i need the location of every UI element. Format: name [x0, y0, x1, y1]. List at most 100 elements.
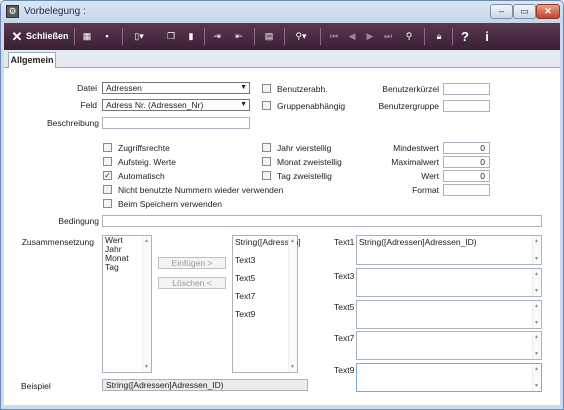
- new-document-icon[interactable]: ▯▾: [128, 26, 150, 47]
- monat-label: Monat zweistellig: [277, 157, 342, 167]
- text3-label: Text3: [334, 271, 355, 281]
- info-icon[interactable]: i: [480, 26, 494, 47]
- scroll-down-icon[interactable]: ▼: [290, 364, 295, 370]
- feld-select-value: Adress Nr. (Adressen_Nr): [106, 100, 204, 110]
- title-bar: ⚙ Vorbelegung : – ▭ ✕: [1, 1, 563, 23]
- jahr-checkbox[interactable]: [262, 143, 271, 152]
- aufsteig-label: Aufsteig. Werte: [118, 157, 176, 167]
- chevron-down-icon: ▼: [240, 101, 247, 108]
- previous-record-icon[interactable]: ◀: [346, 26, 358, 47]
- jahr-label: Jahr vierstellig: [277, 143, 332, 153]
- text1-textarea[interactable]: String([Adressen]Adressen_ID) ▲ ▼: [356, 235, 542, 265]
- save-close-icon[interactable]: ▦: [80, 26, 94, 47]
- beim-speichern-checkbox[interactable]: [103, 199, 112, 208]
- scroll-up-icon[interactable]: ▲: [534, 303, 539, 309]
- nicht-benutzte-label: Nicht benutzte Nummern wieder verwenden: [118, 185, 284, 195]
- help-icon[interactable]: ?: [458, 26, 472, 47]
- feld-select[interactable]: Adress Nr. (Adressen_Nr) ▼: [102, 99, 250, 111]
- benutzergruppe-label: Benutzergruppe: [378, 101, 440, 111]
- nicht-benutzte-checkbox[interactable]: [103, 185, 112, 194]
- scroll-up-icon[interactable]: ▲: [534, 366, 539, 372]
- scroll-up-icon[interactable]: ▲: [534, 238, 539, 244]
- benutzergruppe-input[interactable]: [443, 100, 490, 112]
- format-label: Format: [412, 185, 439, 195]
- text3-textarea[interactable]: ▲ ▼: [356, 268, 542, 297]
- scroll-up-icon[interactable]: ▲: [534, 334, 539, 340]
- wert-label: Wert: [421, 171, 439, 181]
- window-title: Vorbelegung :: [24, 6, 86, 17]
- export-icon[interactable]: ⇤: [232, 26, 246, 47]
- text9-label: Text9: [334, 365, 355, 375]
- next-record-icon[interactable]: ▶: [364, 26, 376, 47]
- mindestwert-input[interactable]: 0: [443, 142, 490, 154]
- automatisch-label: Automatisch: [118, 171, 165, 181]
- scrollbar[interactable]: ▲ ▼: [532, 236, 541, 264]
- benutzerkuerzel-label: Benutzerkürzel: [382, 84, 439, 94]
- bedingung-input[interactable]: [102, 215, 542, 227]
- einfuegen-button[interactable]: Einfügen >: [158, 257, 226, 269]
- beschreibung-label: Beschreibung: [47, 118, 99, 128]
- beispiel-label: Beispiel: [21, 381, 51, 391]
- lock-icon[interactable]: 🔒︎: [432, 26, 446, 47]
- scroll-down-icon[interactable]: ▼: [534, 383, 539, 389]
- gruppenabh-checkbox[interactable]: [262, 101, 271, 110]
- datei-select-value: Adressen: [106, 83, 142, 93]
- app-icon: ⚙: [6, 5, 19, 18]
- search-icon[interactable]: ⚲: [402, 26, 416, 47]
- scroll-down-icon[interactable]: ▼: [144, 364, 149, 370]
- scrollbar[interactable]: ▲ ▼: [532, 269, 541, 296]
- close-window-button[interactable]: ✕: [536, 4, 560, 19]
- scrollbar[interactable]: ▲ ▼: [532, 364, 541, 391]
- text5-textarea[interactable]: ▲ ▼: [356, 300, 542, 329]
- scroll-down-icon[interactable]: ▼: [534, 320, 539, 326]
- scroll-down-icon[interactable]: ▼: [534, 256, 539, 262]
- print-icon[interactable]: ▤: [262, 26, 276, 47]
- benutzerkuerzel-input[interactable]: [443, 83, 490, 95]
- form-panel: Datei Adressen ▼ Feld Adress Nr. (Adress…: [4, 68, 560, 405]
- maximalwert-input[interactable]: 0: [443, 156, 490, 168]
- text1-value: String([Adressen]Adressen_ID): [359, 237, 477, 247]
- datei-select[interactable]: Adressen ▼: [102, 82, 250, 94]
- scroll-down-icon[interactable]: ▼: [534, 288, 539, 294]
- scroll-up-icon[interactable]: ▲: [144, 238, 149, 244]
- delete-icon[interactable]: ▮: [184, 26, 198, 47]
- text9-textarea[interactable]: ▲ ▼: [356, 363, 542, 392]
- save-icon[interactable]: ▪: [100, 26, 114, 47]
- monat-checkbox[interactable]: [262, 157, 271, 166]
- available-items-list[interactable]: Wert Jahr Monat Tag ▲ ▼: [102, 235, 152, 373]
- close-button[interactable]: Schließen: [26, 26, 70, 47]
- first-record-icon[interactable]: ⏮: [328, 26, 340, 47]
- automatisch-checkbox[interactable]: ✓: [103, 171, 112, 180]
- scroll-up-icon[interactable]: ▲: [290, 238, 295, 244]
- chevron-down-icon: ▼: [240, 84, 247, 91]
- scroll-up-icon[interactable]: ▲: [534, 271, 539, 277]
- text7-textarea[interactable]: ▲ ▼: [356, 331, 542, 360]
- wert-input[interactable]: 0: [443, 170, 490, 182]
- scrollbar[interactable]: ▲ ▼: [532, 301, 541, 328]
- close-icon[interactable]: ✕: [10, 26, 24, 47]
- aufsteig-checkbox[interactable]: [103, 157, 112, 166]
- loeschen-button[interactable]: Löschen <: [158, 277, 226, 289]
- copy-icon[interactable]: ❐: [164, 26, 178, 47]
- benutzerabh-label: Benutzerabh.: [277, 84, 328, 94]
- scrollbar[interactable]: ▲ ▼: [288, 236, 297, 372]
- maximize-button[interactable]: ▭: [513, 4, 536, 19]
- minimize-button[interactable]: –: [490, 4, 513, 19]
- zugriffsrechte-checkbox[interactable]: [103, 143, 112, 152]
- attachment-icon[interactable]: ⚲▾: [290, 26, 312, 47]
- tag-label: Tag zweistellig: [277, 171, 332, 181]
- scrollbar[interactable]: ▲ ▼: [532, 332, 541, 359]
- beschreibung-input[interactable]: [102, 117, 250, 129]
- tag-checkbox[interactable]: [262, 171, 271, 180]
- scroll-down-icon[interactable]: ▼: [534, 351, 539, 357]
- format-input[interactable]: [443, 184, 490, 196]
- tab-allgemein[interactable]: Allgemein: [8, 52, 56, 69]
- import-icon[interactable]: ⇥: [210, 26, 224, 47]
- beispiel-field: String([Adressen]Adressen_ID): [102, 379, 308, 391]
- scrollbar[interactable]: ▲ ▼: [142, 236, 151, 372]
- selected-items-list[interactable]: String([Adressen] Text3 Text5 Text7 Text…: [232, 235, 301, 373]
- gruppenabh-label: Gruppenabhängig: [277, 101, 346, 111]
- last-record-icon[interactable]: ⏭: [382, 26, 394, 47]
- text5-label: Text5: [334, 302, 355, 312]
- benutzerabh-checkbox[interactable]: [262, 84, 271, 93]
